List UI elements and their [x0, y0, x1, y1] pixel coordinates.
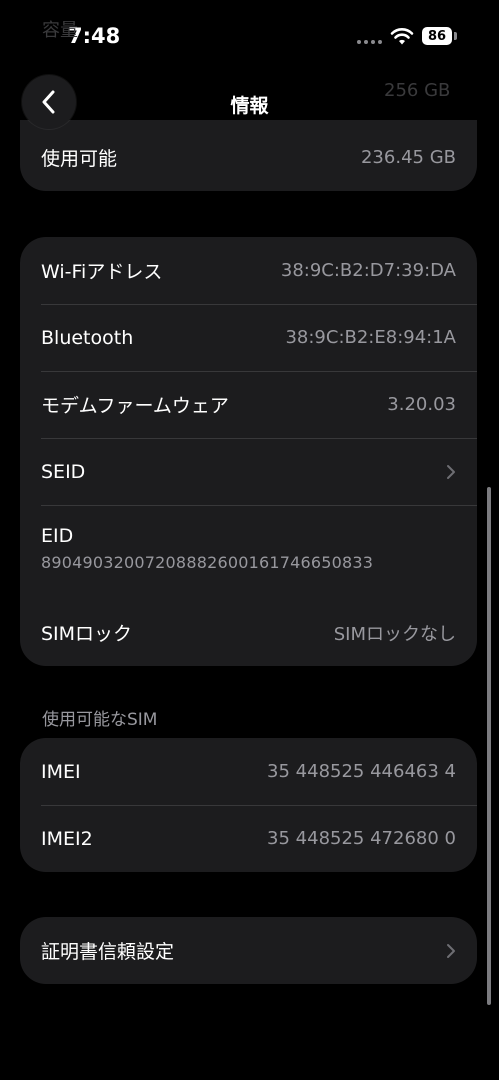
network-info-card: Wi-Fiアドレス 38:9C:B2:D7:39:DA Bluetooth 38… — [20, 237, 477, 666]
certificate-trust-row[interactable]: 証明書信頼設定 — [20, 917, 477, 984]
chevron-right-icon — [447, 464, 455, 479]
certificate-trust-label: 証明書信頼設定 — [41, 941, 175, 963]
bluetooth-label: Bluetooth — [41, 326, 134, 349]
eid-row[interactable]: EID 89049032007208882600161746650833 — [20, 505, 477, 599]
eid-label: EID — [41, 525, 74, 547]
sim-lock-value: SIMロックなし — [333, 623, 456, 645]
available-label: 使用可能 — [41, 148, 118, 170]
sim-card: IMEI 35 448525 446463 4 IMEI2 35 448525 … — [20, 738, 477, 872]
bluetooth-row[interactable]: Bluetooth 38:9C:B2:E8:94:1A — [20, 304, 477, 371]
imei2-value: 35 448525 472680 0 — [267, 828, 456, 849]
seid-label: SEID — [41, 460, 86, 483]
imei-row[interactable]: IMEI 35 448525 446463 4 — [20, 738, 477, 805]
wifi-address-label: Wi-Fiアドレス — [41, 261, 163, 283]
imei2-label: IMEI2 — [41, 827, 93, 850]
page-title: 情報 — [230, 95, 269, 117]
imei-value: 35 448525 446463 4 — [267, 761, 456, 782]
battery-cap — [454, 32, 457, 40]
modem-firmware-value: 3.20.03 — [387, 394, 456, 415]
cellular-signal-icon — [357, 40, 382, 44]
seid-row[interactable]: SEID — [20, 438, 477, 505]
modem-firmware-label: モデムファームウェア — [41, 395, 229, 417]
ghost-capacity-label: 容量 — [42, 20, 78, 41]
scroll-indicator[interactable] — [487, 487, 491, 1005]
modem-firmware-row[interactable]: モデムファームウェア 3.20.03 — [20, 371, 477, 438]
certificate-trust-card: 証明書信頼設定 — [20, 917, 477, 984]
imei2-row[interactable]: IMEI2 35 448525 472680 0 — [20, 805, 477, 872]
battery-level: 86 — [427, 28, 447, 44]
available-sim-header: 使用可能なSIM — [42, 710, 158, 730]
sim-lock-label: SIMロック — [41, 623, 133, 645]
bluetooth-value: 38:9C:B2:E8:94:1A — [285, 327, 456, 348]
chevron-right-icon — [447, 943, 455, 958]
imei-label: IMEI — [41, 760, 81, 783]
wifi-address-row[interactable]: Wi-Fiアドレス 38:9C:B2:D7:39:DA — [20, 237, 477, 304]
battery-icon: 86 — [422, 27, 452, 45]
nav-bar: 情報 — [0, 66, 499, 142]
available-value: 236.45 GB — [360, 147, 456, 168]
eid-value: 89049032007208882600161746650833 — [41, 553, 374, 572]
wifi-icon — [390, 28, 414, 45]
wifi-address-value: 38:9C:B2:D7:39:DA — [280, 260, 456, 281]
sim-lock-row[interactable]: SIMロック SIMロックなし — [20, 599, 477, 666]
